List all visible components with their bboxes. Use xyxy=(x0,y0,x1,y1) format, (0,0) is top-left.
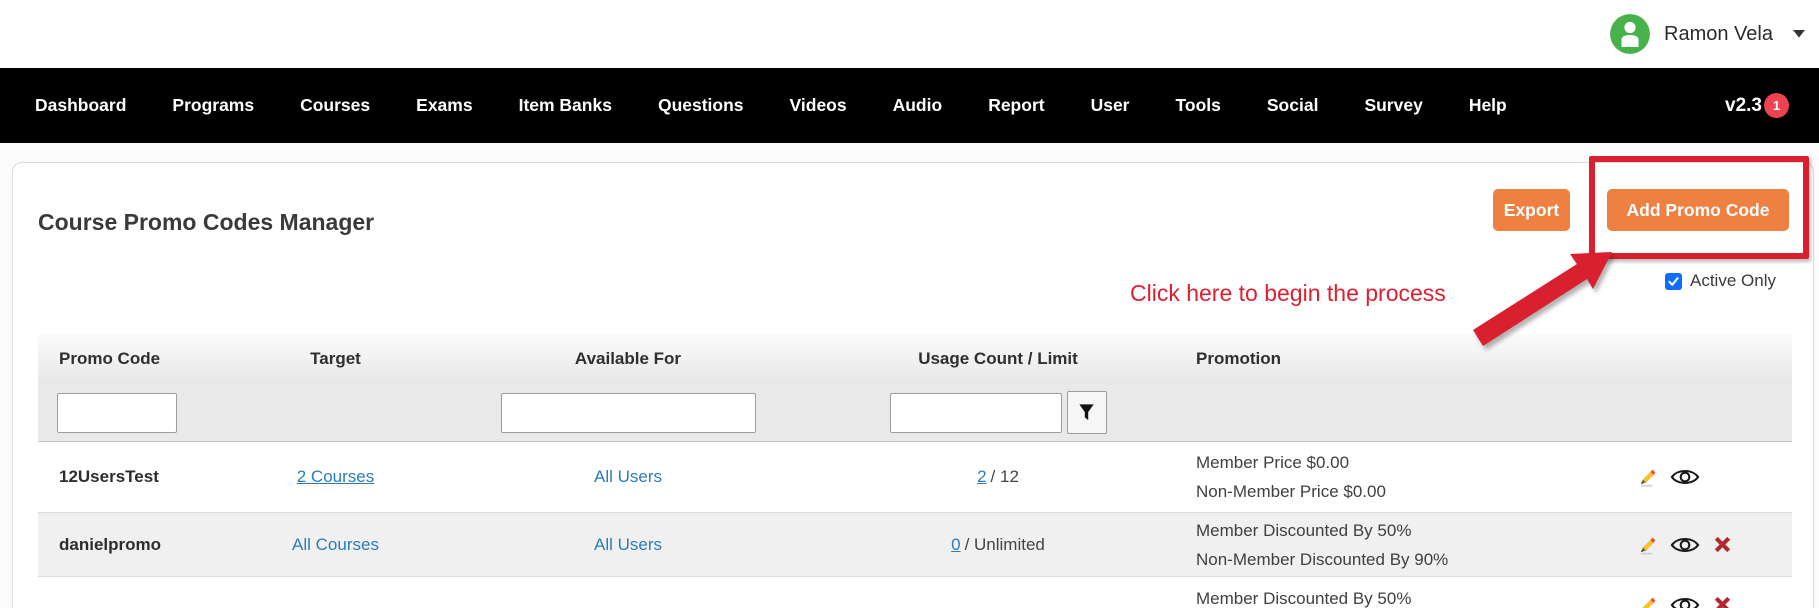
view-button[interactable] xyxy=(1670,534,1700,556)
eye-icon xyxy=(1670,469,1700,485)
view-button[interactable] xyxy=(1670,466,1700,488)
promo-codes-table: Promo Code Target Available For Usage Co… xyxy=(38,334,1792,608)
table-filter-row xyxy=(38,384,1792,442)
promo-code-cell: 12UsersTest xyxy=(59,467,159,486)
available-for-link[interactable]: All Users xyxy=(594,535,662,554)
available-for-link[interactable]: All Users xyxy=(594,467,662,486)
nav-item-report[interactable]: Report xyxy=(988,95,1044,116)
export-button[interactable]: Export xyxy=(1493,189,1570,231)
delete-button[interactable] xyxy=(1711,593,1734,608)
eye-icon xyxy=(1670,597,1700,608)
apply-filter-button[interactable] xyxy=(1066,391,1107,434)
nav-item-tools[interactable]: Tools xyxy=(1176,95,1221,116)
add-promo-code-button[interactable]: Add Promo Code xyxy=(1607,189,1789,231)
table-row: 12UsersTest 2 Courses All Users 2/ 12 Me… xyxy=(38,442,1792,513)
filter-funnel-icon xyxy=(1079,404,1094,421)
row-actions xyxy=(1558,466,1792,488)
column-header-target: Target xyxy=(310,349,361,368)
edit-button[interactable] xyxy=(1637,534,1659,556)
table-row: danielpromo All Courses All Users 0/ Unl… xyxy=(38,513,1792,577)
column-header-usage: Usage Count / Limit xyxy=(918,349,1078,368)
top-bar: Ramon Vela xyxy=(0,0,1819,68)
active-only-checkbox[interactable] xyxy=(1665,272,1682,290)
eye-icon xyxy=(1670,537,1700,552)
delete-button[interactable] xyxy=(1711,533,1734,556)
row-actions xyxy=(1558,533,1792,556)
table-row: Member Discounted By 50% xyxy=(38,577,1792,608)
pencil-icon xyxy=(1640,469,1656,487)
available-for-filter-input[interactable] xyxy=(500,392,756,433)
promotion-cell: Member Price $0.00 Non-Member Price $0.0… xyxy=(1158,448,1558,506)
promo-codes-card: Course Promo Codes Manager Export Add Pr… xyxy=(12,162,1814,608)
delete-x-icon xyxy=(1714,596,1731,608)
column-header-available-for: Available For xyxy=(574,349,682,368)
usage-count-link[interactable]: 0 xyxy=(951,535,960,554)
promo-code-filter-input[interactable] xyxy=(57,392,177,433)
target-link[interactable]: All Courses xyxy=(292,535,379,554)
nav-item-audio[interactable]: Audio xyxy=(893,95,943,116)
nav-item-help[interactable]: Help xyxy=(1469,95,1507,116)
notification-badge[interactable]: 1 xyxy=(1764,93,1789,118)
promotion-cell: Member Discounted By 50% Non-Member Disc… xyxy=(1158,516,1558,574)
user-menu[interactable]: Ramon Vela xyxy=(1610,14,1805,54)
version-label: v2.3 xyxy=(1725,94,1762,116)
nav-item-user[interactable]: User xyxy=(1091,95,1130,116)
nav-item-dashboard[interactable]: Dashboard xyxy=(35,95,126,116)
user-name: Ramon Vela xyxy=(1664,22,1773,45)
pencil-icon xyxy=(1642,597,1656,608)
row-actions xyxy=(1558,593,1792,608)
user-avatar-icon xyxy=(1610,14,1651,54)
promotion-line-2: Non-Member Price $0.00 xyxy=(1196,482,1386,501)
page-title: Course Promo Codes Manager xyxy=(38,209,375,235)
nav-item-courses[interactable]: Courses xyxy=(300,95,370,116)
promotion-cell: Member Discounted By 50% xyxy=(1158,577,1558,608)
column-header-promotion: Promotion xyxy=(1196,349,1281,368)
usage-limit: / 12 xyxy=(990,467,1019,486)
edit-button[interactable] xyxy=(1637,594,1659,608)
pencil-icon xyxy=(1640,537,1656,555)
promotion-line-1: Member Price $0.00 xyxy=(1196,453,1350,472)
promotion-line-2: Non-Member Discounted By 90% xyxy=(1196,549,1449,569)
table-header-row: Promo Code Target Available For Usage Co… xyxy=(38,334,1792,384)
nav-item-videos[interactable]: Videos xyxy=(790,95,847,116)
promotion-line-1: Member Discounted By 50% xyxy=(1196,589,1412,608)
edit-button[interactable] xyxy=(1637,466,1659,488)
nav-item-item-banks[interactable]: Item Banks xyxy=(519,95,612,116)
chevron-down-icon[interactable] xyxy=(1793,30,1805,38)
column-header-promo-code: Promo Code xyxy=(59,349,161,368)
nav-item-survey[interactable]: Survey xyxy=(1364,95,1422,116)
active-only-label: Active Only xyxy=(1690,271,1776,290)
nav-item-social[interactable]: Social xyxy=(1267,95,1319,116)
main-navbar: Dashboard Programs Courses Exams Item Ba… xyxy=(0,68,1819,143)
view-button[interactable] xyxy=(1670,594,1700,608)
nav-item-programs[interactable]: Programs xyxy=(172,95,254,116)
nav-version-area: v2.3 1 xyxy=(1725,93,1789,118)
delete-x-icon xyxy=(1714,536,1731,553)
usage-count-link[interactable]: 2 xyxy=(977,467,986,486)
checkmark-icon xyxy=(1668,276,1679,286)
nav-items: Dashboard Programs Courses Exams Item Ba… xyxy=(35,95,1725,116)
nav-item-questions[interactable]: Questions xyxy=(658,95,744,116)
active-only-filter: Active Only xyxy=(1665,271,1776,291)
usage-filter-input[interactable] xyxy=(889,392,1062,433)
usage-limit: / Unlimited xyxy=(964,534,1045,554)
nav-item-exams[interactable]: Exams xyxy=(416,95,472,116)
promo-code-cell: danielpromo xyxy=(59,534,162,554)
target-link[interactable]: 2 Courses xyxy=(297,467,374,486)
promotion-line-1: Member Discounted By 50% xyxy=(1196,520,1412,540)
